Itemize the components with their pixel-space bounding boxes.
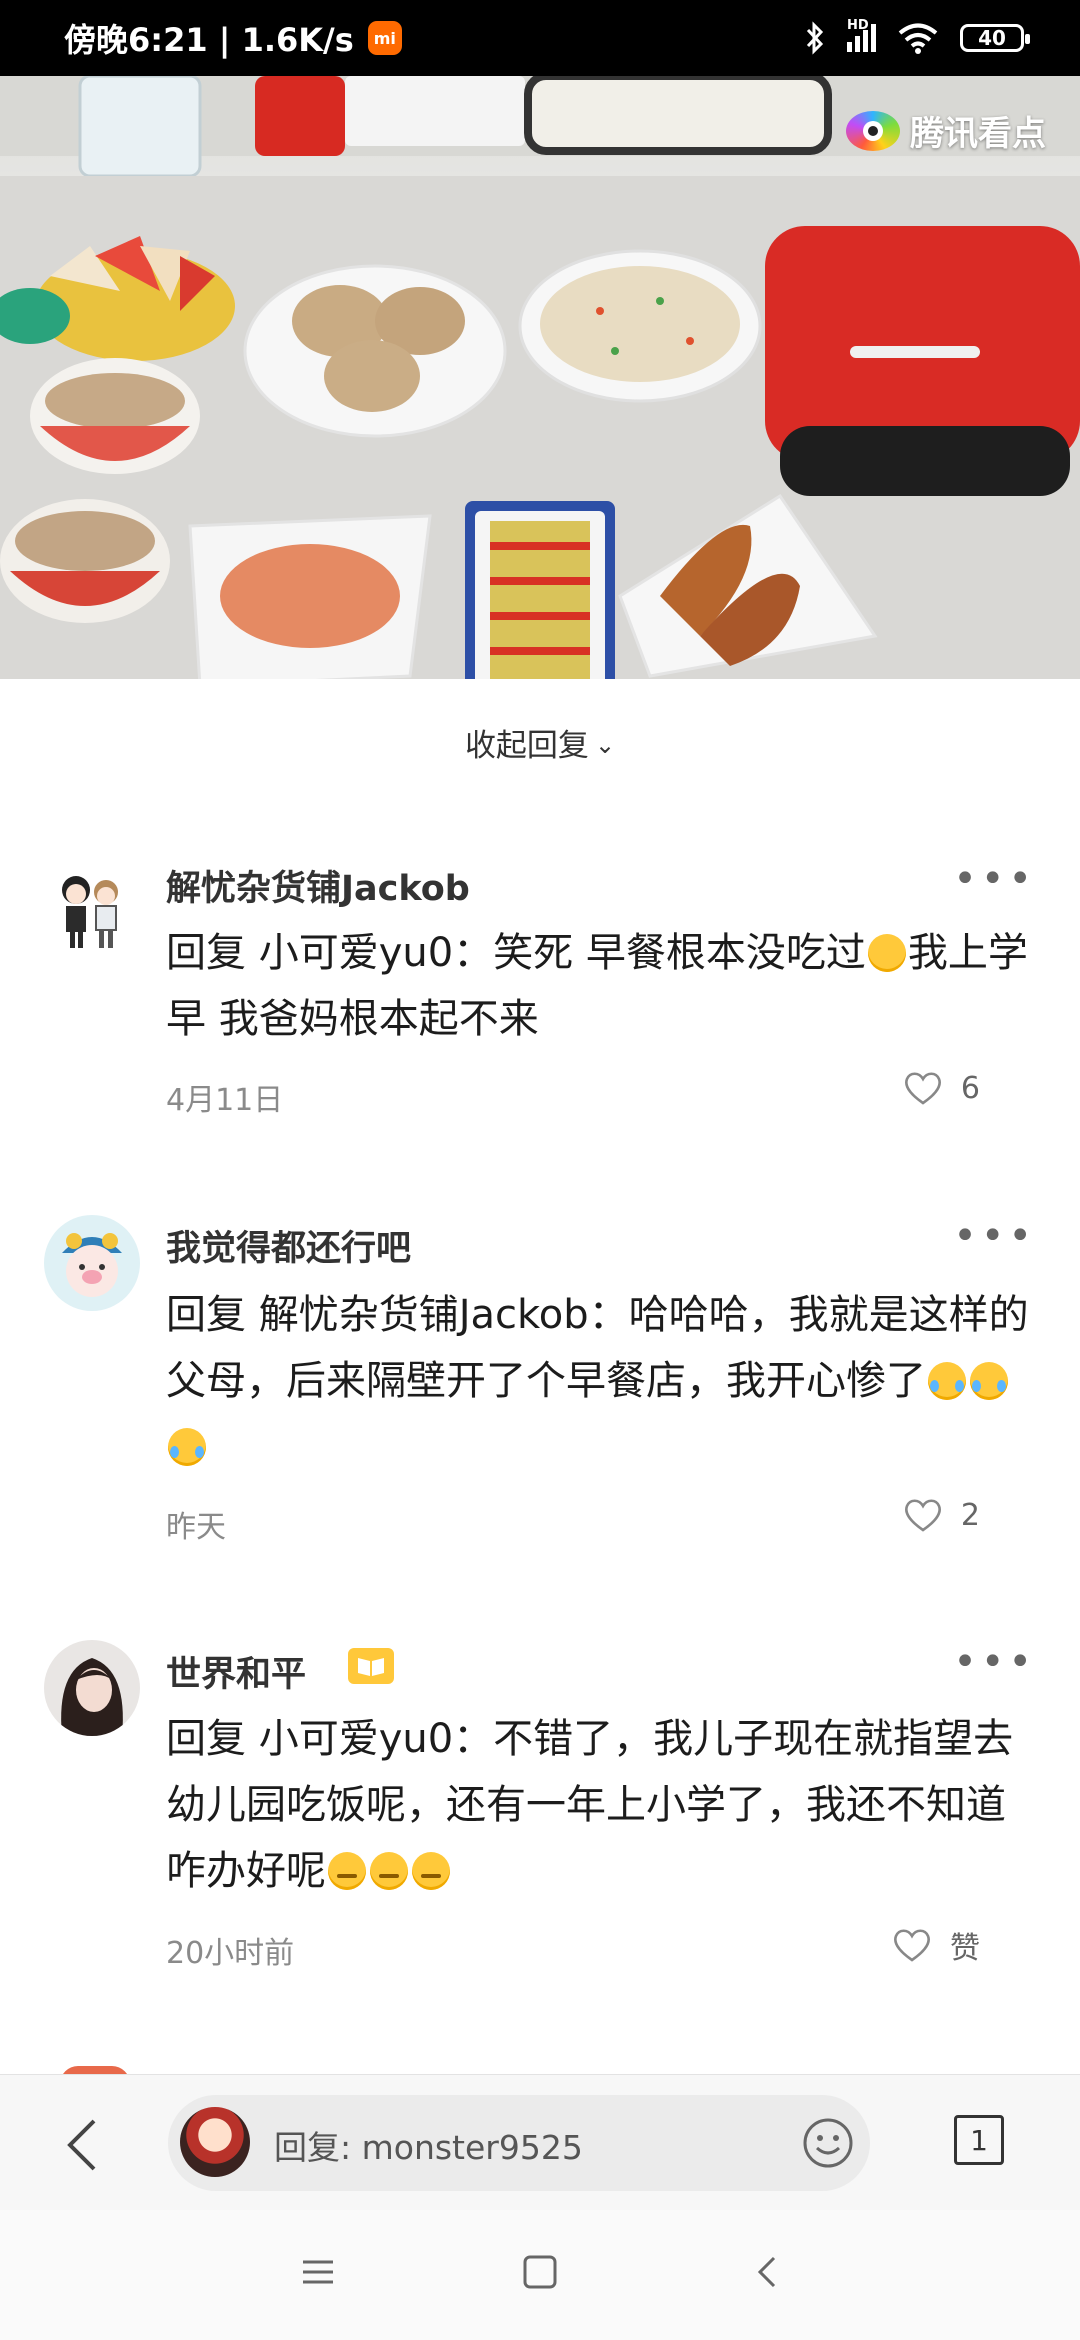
page-count: 1 xyxy=(970,2123,988,2157)
comment-author[interactable]: 我觉得都还行吧 xyxy=(166,1220,411,1271)
avatar[interactable] xyxy=(44,862,140,958)
comment-text: 回复 小可爱yu0：笑死 早餐根本没吃过 我上学早 我爸妈根本起不来 xyxy=(166,920,1032,1052)
reply-placeholder: 回复: monster9525 xyxy=(274,2128,583,2167)
video-frame-image xyxy=(0,76,1080,679)
watermark-text: 腾讯看点 xyxy=(910,114,1046,154)
sleepy-emoji-icon xyxy=(328,1852,366,1890)
laughing-emoji-icon xyxy=(867,934,906,972)
comment-date: 20小时前 xyxy=(166,1936,295,1971)
tencent-kandian-watermark: 腾讯看点 xyxy=(846,106,1046,155)
heart-icon xyxy=(903,1070,943,1106)
like-button[interactable]: 赞 xyxy=(892,1923,980,1967)
system-nav-bar xyxy=(0,2210,1080,2340)
back-triangle-icon[interactable] xyxy=(752,2254,782,2290)
heart-icon xyxy=(892,1927,932,1963)
home-square-icon[interactable] xyxy=(522,2254,558,2290)
comment-date: 昨天 xyxy=(166,1510,226,1545)
tears-of-joy-emoji-icon xyxy=(168,1428,206,1466)
like-button[interactable]: 2 xyxy=(903,1497,980,1533)
collapse-replies-label: 收起回复 xyxy=(464,728,589,764)
sleepy-emoji-icon xyxy=(370,1852,408,1890)
comment-page-count-button[interactable]: 1 xyxy=(954,2115,1004,2165)
book-badge-icon xyxy=(348,1648,394,1684)
like-count: 赞 xyxy=(950,1931,980,1966)
tears-of-joy-emoji-icon xyxy=(928,1362,966,1400)
sleepy-emoji-icon xyxy=(412,1852,450,1890)
reply-input[interactable]: 回复: monster9525 xyxy=(168,2095,870,2191)
reply-input-bar: 回复: monster9525 1 xyxy=(0,2074,1080,2211)
avatar[interactable] xyxy=(44,1215,140,1311)
bluetooth-icon xyxy=(806,21,824,55)
battery-level: 40 xyxy=(978,26,1006,50)
more-options-icon[interactable]: ••• xyxy=(953,856,1036,902)
comment-text-main: 回复 小可爱yu0：笑死 早餐根本没吃过 xyxy=(166,930,866,976)
more-options-icon[interactable]: ••• xyxy=(953,1213,1036,1259)
battery-icon: 40 xyxy=(960,24,1030,52)
collapse-replies-button[interactable]: 收起回复 ⌄ xyxy=(0,720,1080,765)
comment-author[interactable]: 解忧杂货铺Jackob xyxy=(166,860,470,911)
wifi-icon xyxy=(898,23,938,54)
current-user-avatar xyxy=(180,2107,250,2177)
comment-text: 回复 解忧杂货铺Jackob：哈哈哈，我就是这样的父母，后来隔壁开了个早餐店，我… xyxy=(166,1282,1032,1480)
comment-author[interactable]: 世界和平 xyxy=(166,1646,306,1697)
heart-icon xyxy=(903,1497,943,1533)
comment-text-main: 回复 解忧杂货铺Jackob：哈哈哈，我就是这样的父母，后来隔壁开了个早餐店，我… xyxy=(166,1292,1029,1404)
emoji-picker-icon[interactable] xyxy=(802,2117,854,2169)
hd-label: HD xyxy=(847,18,869,33)
video-player[interactable]: 腾讯看点 xyxy=(0,76,1080,679)
chevron-down-icon: ⌄ xyxy=(594,731,616,759)
comment-text: 回复 小可爱yu0：不错了，我儿子现在就指望去幼儿园吃饭呢，还有一年上小学了，我… xyxy=(166,1706,1032,1904)
like-count: 6 xyxy=(960,1070,980,1106)
back-arrow-icon[interactable] xyxy=(62,2115,102,2175)
like-count: 2 xyxy=(960,1497,980,1533)
comment-text-main: 回复 小可爱yu0：不错了，我儿子现在就指望去幼儿园吃饭呢，还有一年上小学了，我… xyxy=(166,1716,1014,1894)
tears-of-joy-emoji-icon xyxy=(970,1362,1008,1400)
cellular-signal-icon: HD xyxy=(847,18,876,52)
like-button[interactable]: 6 xyxy=(903,1070,980,1106)
more-options-icon[interactable]: ••• xyxy=(953,1639,1036,1685)
kandian-logo-icon xyxy=(846,110,900,151)
avatar[interactable] xyxy=(44,1640,140,1736)
menu-icon[interactable] xyxy=(300,2254,336,2290)
status-time-speed: 傍晚6:21 | 1.6K/s xyxy=(64,21,354,59)
mi-notification-icon: mi xyxy=(367,21,402,55)
comment-date: 4月11日 xyxy=(166,1083,284,1118)
status-bar: 傍晚6:21 | 1.6K/s mi HD 40 xyxy=(0,0,1080,76)
